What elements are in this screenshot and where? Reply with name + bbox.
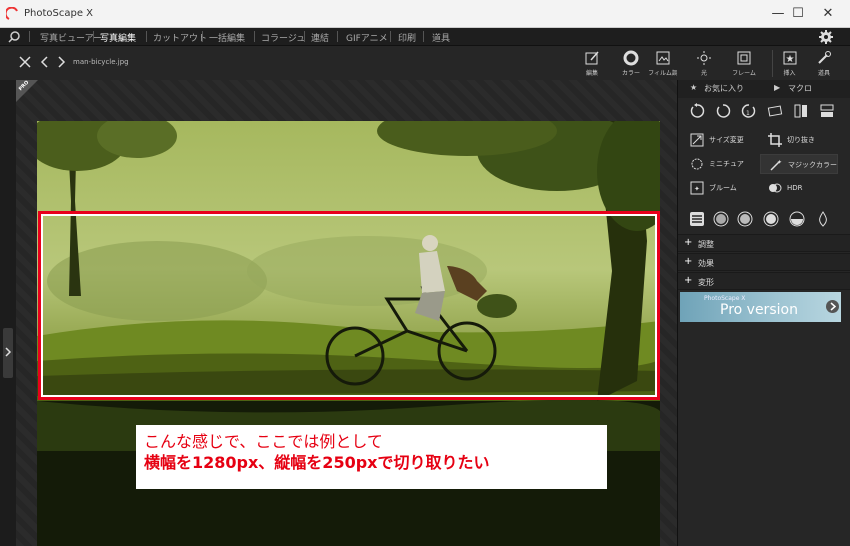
- pencil-edit-icon: [585, 51, 599, 65]
- drop-icon[interactable]: [814, 210, 832, 228]
- rotate-left-small-icon[interactable]: [714, 102, 732, 120]
- favorites-button[interactable]: お気に入り: [704, 83, 744, 94]
- resize-button[interactable]: サイズ変更: [682, 130, 760, 150]
- tab-combine[interactable]: 連結: [311, 31, 329, 44]
- frame-icon: [737, 51, 751, 65]
- tab-print[interactable]: 印刷: [398, 31, 416, 44]
- plus-icon: +: [684, 237, 693, 248]
- tab-tools[interactable]: 道具: [432, 31, 450, 44]
- magic-color-button[interactable]: ✦ マジックカラー: [760, 154, 838, 174]
- tab-photo-edit[interactable]: 写真編集: [100, 31, 136, 44]
- star-icon: ★: [690, 83, 698, 92]
- chevron-right-icon: [5, 347, 12, 357]
- tab-batch-edit[interactable]: 一括編集: [209, 31, 245, 44]
- light-tool-button[interactable]: 光: [691, 50, 717, 77]
- hdr-button[interactable]: HDR: [760, 178, 838, 198]
- annotation-box: こんな感じで、ここでは例として 横幅を1280px、縦幅を250pxで切り取りた…: [136, 425, 607, 489]
- rotate-left-icon[interactable]: [688, 102, 706, 120]
- plus-icon: +: [684, 256, 693, 267]
- section-transform[interactable]: + 変形: [678, 272, 850, 290]
- filter-gray-icon[interactable]: [736, 210, 754, 228]
- hdr-icon: [769, 183, 782, 193]
- rotate-row: 1: [678, 100, 850, 122]
- bloom-icon: ✦: [690, 181, 704, 195]
- svg-text:★: ★: [785, 54, 794, 65]
- color-circle-icon: [623, 50, 639, 66]
- svg-text:✦: ✦: [777, 159, 782, 166]
- annotation-line-2: 横幅を1280px、縦幅を250pxで切り取りたい: [144, 453, 490, 472]
- miniature-button[interactable]: ミニチュア: [682, 154, 760, 174]
- magic-wand-icon: ✦: [770, 159, 782, 171]
- tools-button[interactable]: 道具: [807, 50, 841, 77]
- crop-button[interactable]: 切り抜き: [760, 130, 838, 150]
- frame-tool-button[interactable]: フレーム: [727, 50, 761, 77]
- title-bar: PhotoScape X — ☐ ✕: [0, 0, 850, 28]
- chevron-left-icon[interactable]: [38, 55, 52, 69]
- crop-icon: [768, 133, 782, 147]
- close-icon[interactable]: [18, 55, 32, 69]
- pro-version-banner[interactable]: PhotoScape X Pro version: [680, 292, 841, 322]
- tab-collage[interactable]: コラージュ: [261, 31, 305, 44]
- filter-light-icon[interactable]: [762, 210, 780, 228]
- insert-star-icon: ★: [783, 51, 796, 65]
- sun-icon: [697, 51, 711, 65]
- play-icon: ▶: [774, 83, 781, 92]
- photoscape-logo-icon: [6, 7, 18, 20]
- left-strip: [0, 80, 16, 546]
- annotation-line-1: こんな感じで、ここでは例として: [144, 432, 383, 451]
- plus-icon: +: [684, 275, 693, 286]
- menu-bar: 写真ビューアー 写真編集 カットアウト 一括編集 コラージュ 連結 GIFアニメ…: [0, 28, 850, 46]
- svg-text:1: 1: [746, 110, 750, 117]
- resize-icon: [690, 133, 704, 147]
- tab-cutout[interactable]: カットアウト: [153, 31, 207, 44]
- rotate-right-icon[interactable]: 1: [740, 102, 758, 120]
- window-title: PhotoScape X: [24, 8, 94, 19]
- section-effects[interactable]: + 効果: [678, 253, 850, 271]
- right-panel: ★ お気に入り ▶ マクロ 1 サイズ変更 切り抜き ミニチュア ✦ マジックカ…: [677, 80, 850, 546]
- straighten-icon[interactable]: [766, 102, 784, 120]
- tools-icon: [818, 51, 831, 64]
- macro-button[interactable]: マクロ: [788, 83, 812, 94]
- gear-icon[interactable]: [818, 29, 834, 45]
- favorites-row: ★ お気に入り ▶ マクロ: [678, 80, 850, 98]
- filter-half-icon[interactable]: [788, 210, 806, 228]
- edit-tool-button[interactable]: 編集: [572, 50, 612, 78]
- film-tool-button[interactable]: フィルム調: [648, 50, 678, 78]
- expand-panel-button[interactable]: [3, 328, 13, 378]
- pro-badge: PRO: [16, 80, 38, 102]
- chevron-right-icon[interactable]: [54, 55, 68, 69]
- arrow-right-icon: [826, 300, 839, 313]
- color-tool-button[interactable]: カラー: [611, 50, 651, 78]
- close-button[interactable]: ✕: [810, 0, 846, 28]
- flip-vertical-icon[interactable]: [818, 102, 836, 120]
- filter-dark-icon[interactable]: [712, 210, 730, 228]
- right-toolbar: 光 フレーム ★ 挿入 道具: [677, 46, 850, 80]
- filter-row: [678, 208, 850, 230]
- home-icon[interactable]: [7, 30, 21, 44]
- bloom-button[interactable]: ✦ ブルーム: [682, 178, 760, 198]
- editor-toolbar: man-bicycle.jpg 編集 カラー フィルム調: [0, 46, 678, 80]
- insert-tool-button[interactable]: ★ 挿入: [772, 50, 806, 77]
- flip-horizontal-icon[interactable]: [792, 102, 810, 120]
- film-icon: [656, 51, 670, 65]
- file-name: man-bicycle.jpg: [73, 58, 129, 66]
- crop-selection[interactable]: [38, 211, 660, 400]
- list-icon[interactable]: [688, 210, 706, 228]
- miniature-icon: [691, 158, 703, 170]
- tab-gif-animation[interactable]: GIFアニメ: [346, 31, 388, 44]
- section-adjust[interactable]: + 調整: [678, 234, 850, 252]
- svg-text:✦: ✦: [694, 185, 700, 193]
